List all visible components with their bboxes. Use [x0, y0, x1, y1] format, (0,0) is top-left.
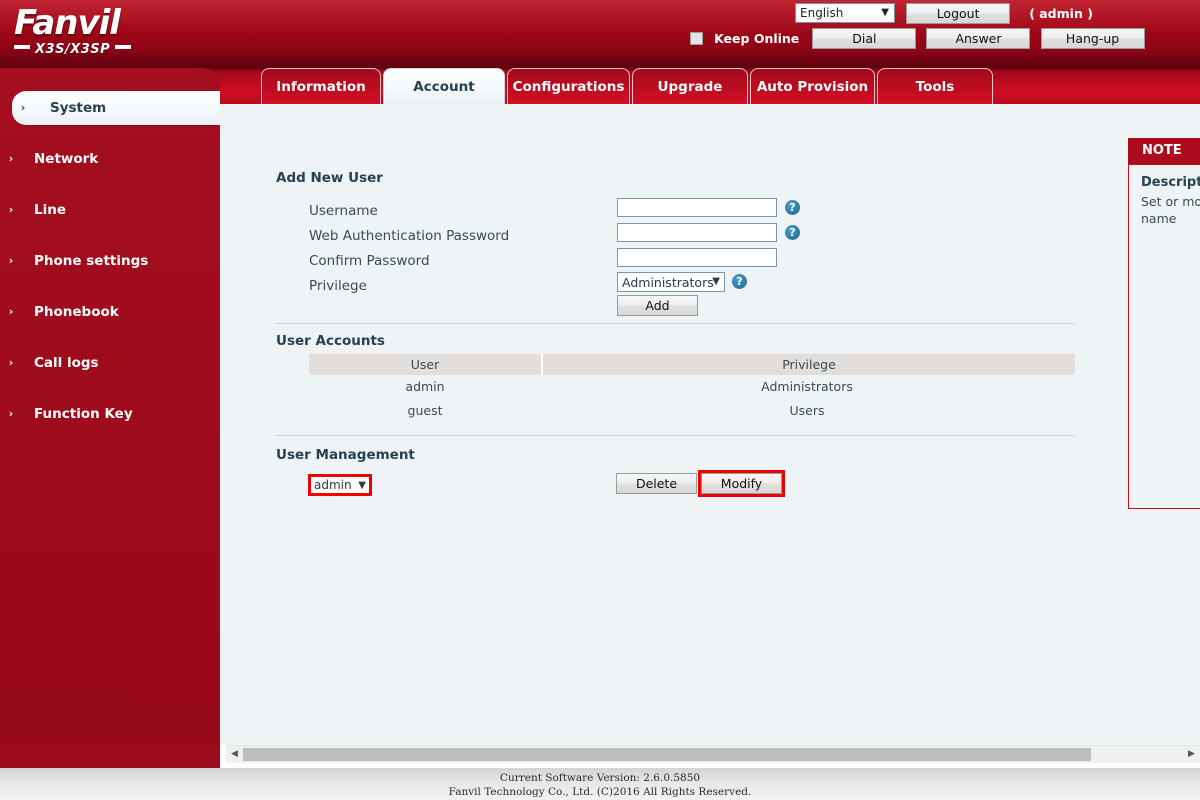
footer-copyright: Fanvil Technology Co., Ltd. (C)2016 All … — [448, 786, 752, 798]
privilege-label: Privilege — [309, 278, 367, 294]
privilege-select-value: Administrators — [622, 275, 714, 290]
header-bottom-row: Keep Online Dial Answer Hang-up — [690, 28, 1145, 50]
tab-account[interactable]: Account — [383, 68, 505, 104]
help-icon-web-auth-password[interactable]: ? — [785, 225, 800, 240]
table-body: admin Administrators guest Users — [309, 375, 1075, 423]
table-row: admin Administrators — [309, 375, 1075, 399]
brand-model-label: X3S/X3SP — [14, 42, 164, 57]
sidebar-item-system[interactable]: › System — [12, 91, 220, 125]
chevron-right-icon: › — [8, 407, 14, 420]
add-user-button[interactable]: Add — [617, 295, 698, 316]
column-header-user: User — [410, 357, 440, 372]
user-accounts-table: User Privilege admin Administrators guest U… — [309, 354, 1075, 423]
cell-user: admin — [405, 379, 445, 394]
brand-model-text: X3S/X3SP — [35, 42, 111, 57]
modify-user-button[interactable]: Modify — [701, 473, 782, 494]
language-select[interactable]: English ▼ — [795, 3, 895, 23]
sidebar-footer-fill — [0, 745, 220, 768]
tab-tools[interactable]: Tools — [877, 68, 993, 104]
confirm-password-label: Confirm Password — [309, 253, 430, 269]
help-icon-username[interactable]: ? — [785, 200, 800, 215]
chevron-down-icon: ▼ — [358, 480, 366, 491]
keep-online-label: Keep Online — [714, 31, 800, 46]
sidebar: › System › Network › Line › Phone settings › Phon… — [0, 68, 220, 768]
table-row: guest Users — [309, 399, 1075, 423]
user-management-title: User Management — [276, 447, 415, 463]
scroll-right-arrow-icon[interactable]: ▶ — [1183, 746, 1200, 763]
tab-auto-provision[interactable]: Auto Provision — [750, 68, 875, 104]
sidebar-item-label: Function Key — [34, 406, 133, 422]
chevron-down-icon: ▼ — [712, 276, 720, 287]
note-panel: NOTE Description: Set or modify the user… — [1128, 138, 1200, 509]
sidebar-item-network[interactable]: › Network — [0, 142, 220, 176]
sidebar-item-label: Phonebook — [34, 304, 119, 320]
language-select-value: English — [800, 6, 844, 20]
note-description-text: Set or modify the user name — [1141, 194, 1200, 226]
user-management-select[interactable]: admin ▼ — [308, 474, 372, 496]
user-management-select-value: admin — [314, 478, 352, 492]
page-footer: Current Software Version: 2.6.0.5850 Fan… — [0, 768, 1200, 800]
chevron-right-icon: › — [8, 203, 14, 216]
sidebar-item-label: Network — [34, 151, 99, 167]
keep-online-checkbox[interactable] — [690, 32, 703, 45]
cell-user: guest — [407, 403, 443, 418]
web-auth-password-label: Web Authentication Password — [309, 228, 510, 244]
brand-logo: Fanvil X3S/X3SP — [14, 6, 164, 62]
answer-button[interactable]: Answer — [926, 28, 1031, 49]
footer-version: Current Software Version: 2.6.0.5850 — [499, 772, 701, 784]
divider-1 — [276, 323, 1075, 324]
dial-button[interactable]: Dial — [812, 28, 917, 49]
username-label: Username — [309, 203, 378, 219]
note-panel-header: NOTE — [1128, 138, 1200, 164]
scroll-left-arrow-icon[interactable]: ◀ — [226, 746, 243, 763]
logo-rule-right — [115, 45, 132, 49]
confirm-password-input[interactable] — [617, 248, 777, 267]
privilege-select[interactable]: Administrators ▼ — [617, 272, 725, 292]
chevron-right-icon: › — [8, 152, 14, 165]
app-header: Fanvil X3S/X3SP English ▼ Logout ( admin… — [0, 0, 1200, 68]
help-icon-privilege[interactable]: ? — [732, 274, 747, 289]
logo-rule-left — [14, 45, 30, 49]
sidebar-item-label: Phone settings — [34, 253, 149, 269]
sidebar-item-list: › System › Network › Line › Phone settings › Phon… — [0, 68, 220, 431]
chevron-right-icon: › — [20, 101, 26, 114]
sidebar-item-line[interactable]: › Line — [0, 193, 220, 227]
cell-privilege: Administrators — [761, 379, 853, 394]
main-content: Add New User Username ? Web Authenticati… — [220, 104, 1200, 745]
note-panel-body: Description: Set or modify the user name — [1128, 164, 1200, 509]
tab-upgrade[interactable]: Upgrade — [632, 68, 748, 104]
table-header-row: User Privilege — [309, 354, 1075, 375]
header-top-row: English ▼ Logout ( admin ) — [795, 3, 1093, 25]
chevron-right-icon: › — [8, 356, 14, 369]
cell-privilege: Users — [789, 403, 825, 418]
divider-2 — [276, 435, 1075, 436]
column-header-privilege: Privilege — [541, 354, 1075, 375]
sidebar-item-label: System — [50, 100, 107, 116]
chevron-right-icon: › — [8, 254, 14, 267]
add-new-user-title: Add New User — [276, 170, 383, 186]
sidebar-item-phonebook[interactable]: › Phonebook — [0, 295, 220, 329]
page-root: Fanvil X3S/X3SP English ▼ Logout ( admin… — [0, 0, 1200, 800]
tab-information[interactable]: Information — [261, 68, 381, 104]
sidebar-item-label: Call logs — [34, 355, 99, 371]
sidebar-item-call-logs[interactable]: › Call logs — [0, 346, 220, 380]
chevron-right-icon: › — [8, 305, 14, 318]
note-description-title: Description: — [1141, 175, 1200, 190]
sidebar-item-label: Line — [34, 202, 66, 218]
username-input[interactable] — [617, 198, 777, 217]
sidebar-item-function-key[interactable]: › Function Key — [0, 397, 220, 431]
user-accounts-title: User Accounts — [276, 333, 385, 349]
horizontal-scrollbar[interactable]: ◀ ▶ — [226, 745, 1200, 763]
sidebar-item-phone-settings[interactable]: › Phone settings — [0, 244, 220, 278]
web-auth-password-input[interactable] — [617, 223, 777, 242]
chevron-down-icon: ▼ — [881, 7, 889, 18]
tab-configurations[interactable]: Configurations — [507, 68, 630, 104]
current-user-label: ( admin ) — [1029, 6, 1093, 21]
tab-list: Information Account Configurations Upgrade A… — [261, 68, 995, 108]
logout-button[interactable]: Logout — [906, 3, 1011, 24]
brand-logo-text: Fanvil — [14, 3, 121, 43]
hangup-button[interactable]: Hang-up — [1040, 28, 1145, 49]
delete-user-button[interactable]: Delete — [616, 473, 697, 494]
scrollbar-thumb[interactable] — [243, 748, 1091, 761]
